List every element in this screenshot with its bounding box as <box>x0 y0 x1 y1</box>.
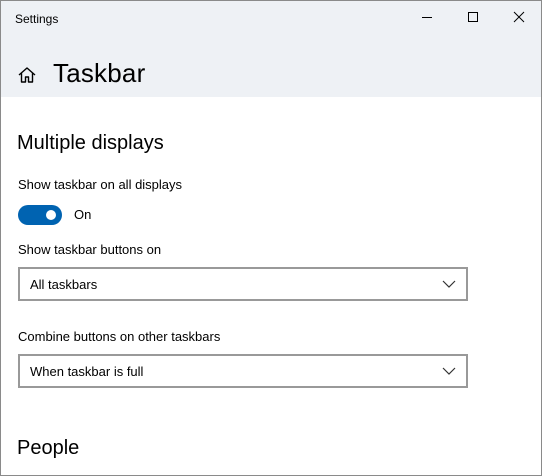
minimize-button[interactable] <box>404 1 450 33</box>
dropdown-value: All taskbars <box>30 277 98 292</box>
combine-buttons-dropdown[interactable]: When taskbar is full <box>18 354 468 388</box>
settings-window: Settings Taskbar Multiple displays Show … <box>0 0 542 476</box>
section-heading-multiple-displays: Multiple displays <box>17 132 164 154</box>
close-button[interactable] <box>496 1 541 33</box>
show-on-all-displays-toggle[interactable] <box>18 205 62 225</box>
page-title: Taskbar <box>53 58 146 88</box>
section-heading-people: People <box>17 437 80 459</box>
chevron-down-icon <box>442 280 456 288</box>
toggle-knob <box>46 210 56 220</box>
maximize-button[interactable] <box>450 1 496 33</box>
dropdown-value: When taskbar is full <box>30 364 144 379</box>
chevron-down-icon <box>442 367 456 375</box>
app-title: Settings <box>15 12 59 26</box>
show-on-all-displays-label: Show taskbar on all displays <box>18 177 183 192</box>
toggle-state-label: On <box>74 207 92 222</box>
show-buttons-on-label: Show taskbar buttons on <box>18 242 162 257</box>
minimize-icon <box>422 17 432 18</box>
header-area: Settings Taskbar <box>1 1 541 97</box>
maximize-icon <box>468 12 478 22</box>
home-icon[interactable] <box>17 65 37 85</box>
close-icon <box>513 11 525 23</box>
show-buttons-on-dropdown[interactable]: All taskbars <box>18 267 468 301</box>
combine-buttons-label: Combine buttons on other taskbars <box>18 329 221 344</box>
